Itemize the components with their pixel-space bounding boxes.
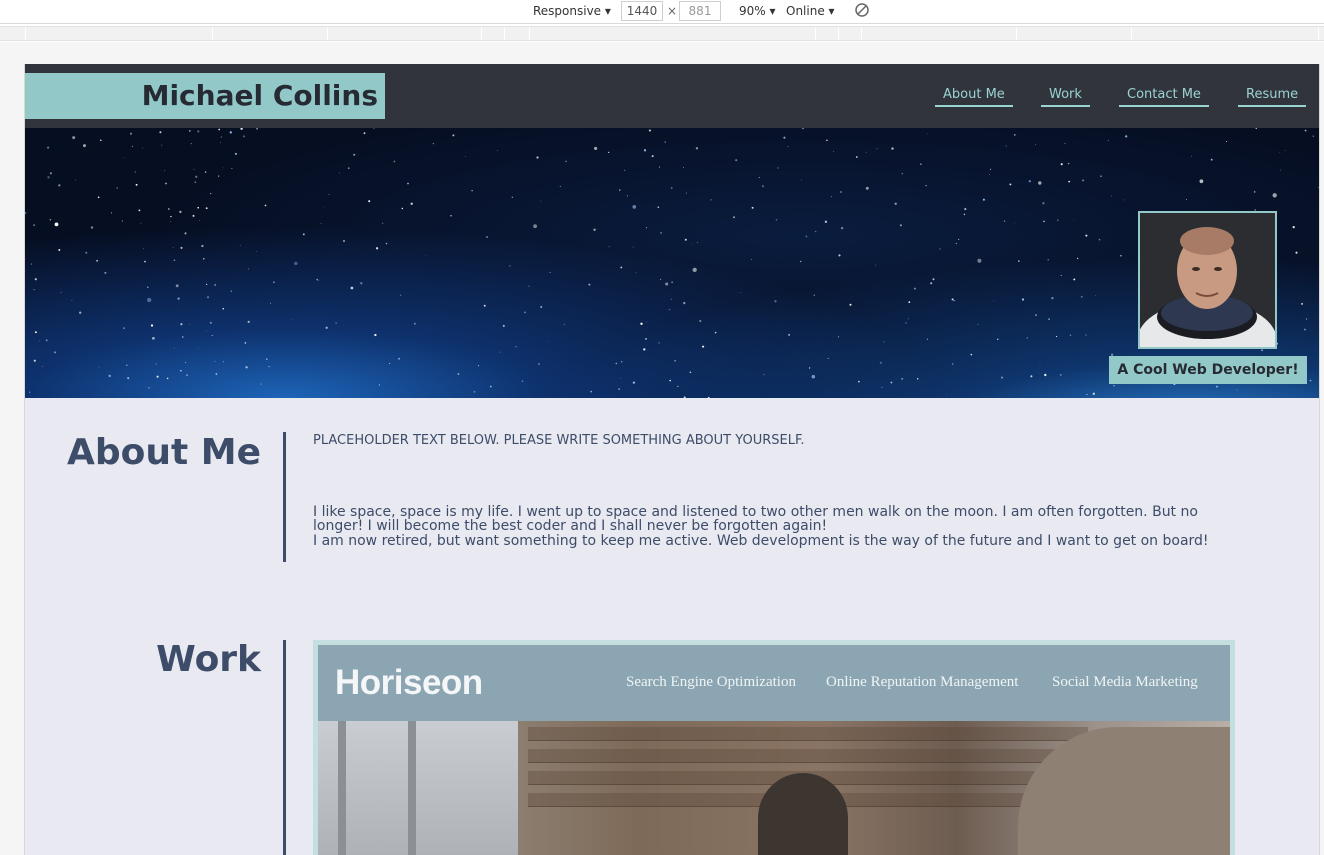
nav-work[interactable]: Work [1041, 86, 1090, 107]
about-paragraph-1: I like space, space is my life. I went u… [313, 504, 1198, 534]
dropdown-arrow-icon: ▾ [828, 4, 835, 18]
nav-resume[interactable]: Resume [1238, 86, 1307, 107]
site-header: Michael Collins About Me Work Contact Me… [25, 64, 1319, 128]
about-divider [283, 432, 286, 562]
dropdown-arrow-icon: ▾ [604, 4, 611, 18]
emulated-page: Michael Collins About Me Work Contact Me… [24, 64, 1320, 855]
work-heading: Work [156, 639, 261, 680]
throttle-dropdown[interactable]: Online ▾ [786, 4, 835, 18]
rotate-icon[interactable] [854, 2, 870, 21]
zoom-label: 90% [739, 4, 766, 18]
about-placeholder-note: PLACEHOLDER TEXT BELOW. PLEASE WRITE SOM… [313, 433, 805, 448]
project-screenshot-header: Horiseon Search Engine Optimization Onli… [318, 645, 1230, 721]
nav-about-me[interactable]: About Me [935, 86, 1013, 107]
viewport-height-input[interactable]: 881 [679, 1, 721, 21]
work-divider [283, 640, 286, 855]
nav-contact-me[interactable]: Contact Me [1119, 86, 1209, 107]
project-link-social: Social Media Marketing [1052, 674, 1198, 690]
about-heading: About Me [67, 432, 261, 473]
project-logo: Horiseon [335, 663, 483, 702]
astronaut-portrait [1140, 213, 1275, 347]
project-link-seo: Search Engine Optimization [626, 674, 796, 690]
media-query-ruler[interactable] [0, 26, 1324, 41]
tagline-badge: A Cool Web Developer! [1109, 356, 1307, 384]
device-mode-dropdown[interactable]: Responsive ▾ [533, 4, 611, 18]
device-mode-label: Responsive [533, 4, 602, 18]
site-brand[interactable]: Michael Collins [25, 73, 385, 119]
profile-photo [1138, 211, 1277, 349]
work-project-card[interactable]: Horiseon Search Engine Optimization Onli… [313, 640, 1235, 855]
project-screenshot-image [318, 721, 1230, 855]
dimension-separator: × [667, 4, 678, 18]
dropdown-arrow-icon: ▾ [769, 4, 776, 18]
hero-banner: A Cool Web Developer! [25, 128, 1319, 398]
viewport-width-input[interactable]: 1440 [621, 1, 663, 21]
devtools-toolbar: Responsive ▾ 1440 × 881 90% ▾ Online ▾ [0, 0, 1324, 24]
project-link-reputation: Online Reputation Management [826, 674, 1019, 690]
throttle-label: Online [786, 4, 825, 18]
zoom-dropdown[interactable]: 90% ▾ [739, 4, 776, 18]
about-paragraph-2: I am now retired, but want something to … [313, 533, 1209, 549]
